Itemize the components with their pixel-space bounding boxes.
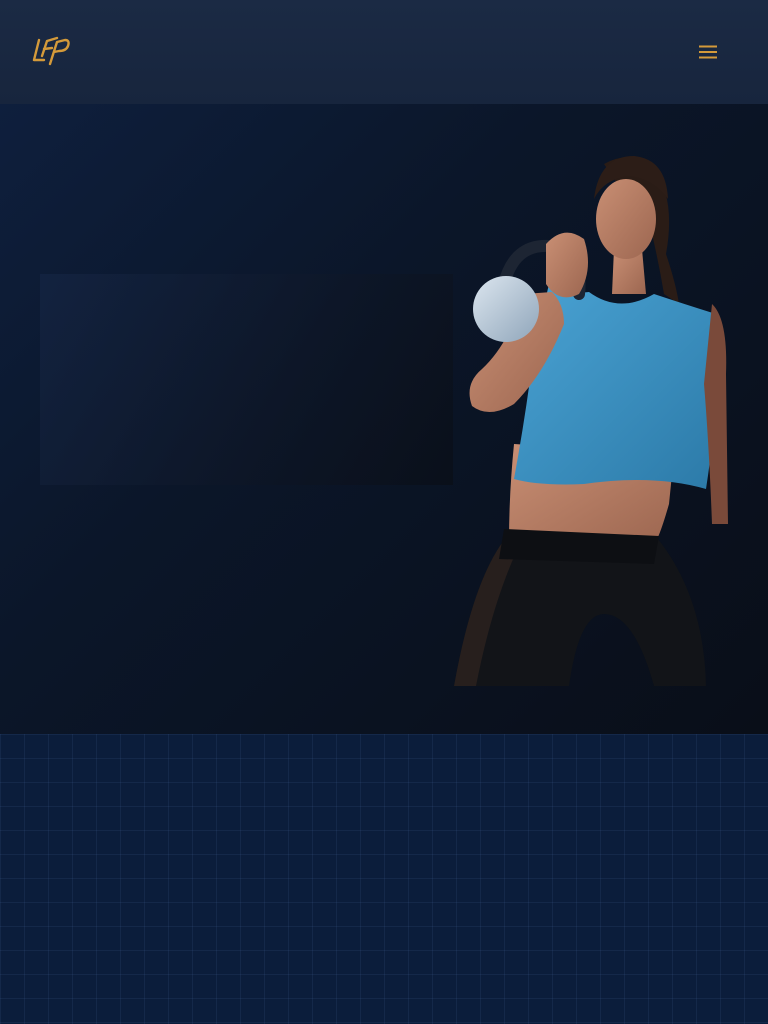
lfp-logo-icon xyxy=(32,36,70,66)
menu-button[interactable] xyxy=(690,36,726,68)
logo-link[interactable] xyxy=(30,34,72,68)
woman-kettlebell-photo xyxy=(454,156,728,686)
hero-text-panel xyxy=(40,274,453,485)
site-header xyxy=(0,0,768,104)
hamburger-menu-icon xyxy=(699,45,717,59)
hero-section xyxy=(0,104,768,734)
grid-background-section xyxy=(0,734,768,1024)
